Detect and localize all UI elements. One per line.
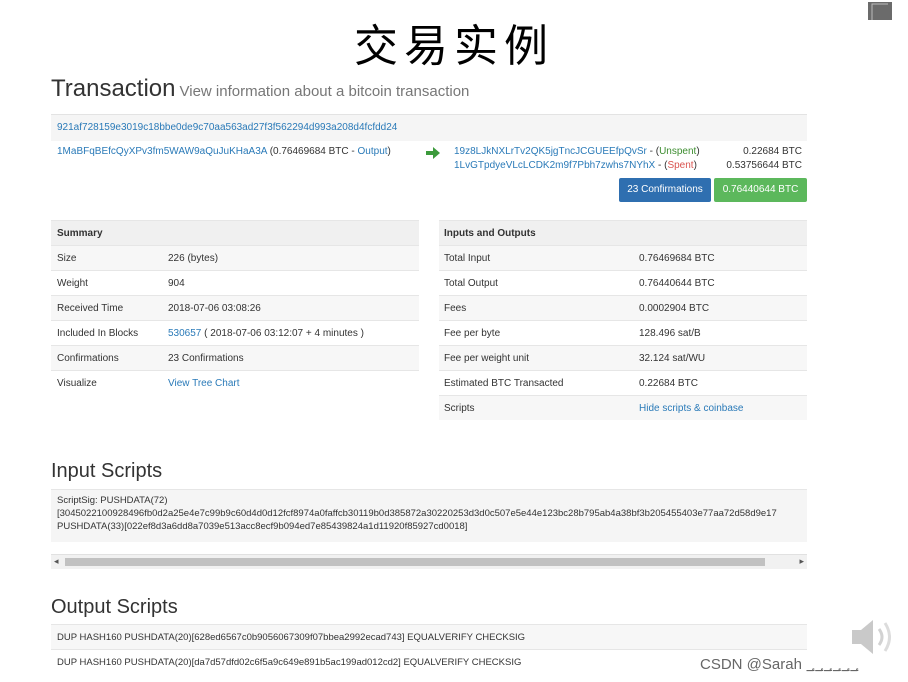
table-row: Fee per weight unit 32.124 sat/WU — [439, 345, 807, 370]
input-output-link[interactable]: Output — [358, 146, 388, 157]
output-amount-2: 0.53756644 BTC — [726, 160, 802, 171]
table-row: Total Output 0.76440644 BTC — [439, 270, 807, 295]
arrow-right-icon — [426, 146, 440, 164]
scroll-thumb[interactable] — [65, 558, 765, 566]
scroll-left-icon[interactable]: ◂ — [54, 556, 59, 567]
summary-table: Summary Size 226 (bytes) Weight 904 Receiv… — [51, 220, 419, 395]
output-row-1: 19z8LJkNXLrTv2QK5jgTncJCGUEEfpQvSr - (Un… — [454, 146, 700, 157]
table-row: Total Input 0.76469684 BTC — [439, 245, 807, 270]
spent-status[interactable]: Spent — [667, 160, 693, 171]
scroll-right-icon[interactable]: ▸ — [799, 556, 804, 567]
confirmations-badge[interactable]: 23 Confirmations — [619, 178, 711, 202]
table-row: Confirmations 23 Confirmations — [51, 345, 419, 370]
output-address-link[interactable]: 1LvGTpdyeVLcLCDK2m9f7Pbh7zwhs7NYhX — [454, 160, 655, 171]
output-script-row: DUP HASH160 PUSHDATA(20)[da7d57dfd02c6f5… — [51, 649, 807, 674]
input-address-link[interactable]: 1MaBFqBEfcQyXPv3fm5WAW9aQuJuKHaA3A — [57, 146, 267, 157]
table-row: Visualize View Tree Chart — [51, 370, 419, 395]
input-scripts-title: Input Scripts — [51, 460, 163, 482]
inputs-outputs-header: Inputs and Outputs — [439, 220, 807, 245]
output-amount-1: 0.22684 BTC — [743, 146, 802, 157]
view-tree-chart-link[interactable]: View Tree Chart — [168, 378, 240, 389]
summary-header: Summary — [51, 220, 419, 245]
hide-scripts-link[interactable]: Hide scripts & coinbase — [639, 403, 744, 414]
page-subtitle: View information about a bitcoin transac… — [179, 83, 470, 100]
table-row: Included In Blocks 530657 ( 2018-07-06 03… — [51, 320, 419, 345]
table-row: Fee per byte 128.496 sat/B — [439, 320, 807, 345]
table-row: Scripts Hide scripts & coinbase — [439, 395, 807, 420]
output-address-link[interactable]: 19z8LJkNXLrTv2QK5jgTncJCGUEEfpQvSr — [454, 146, 647, 157]
page-title: Transaction — [51, 75, 176, 102]
watermark: CSDN @Sarah ؀؀؀؀؀؀ — [700, 656, 859, 673]
input-amount: (0.76469684 BTC - — [269, 146, 358, 157]
transaction-hash-link[interactable]: 921af728159e3019c18bbe0de9c70aa563ad27f3… — [57, 122, 397, 133]
unspent-status[interactable]: Unspent — [659, 146, 696, 157]
script-line: ScriptSig: PUSHDATA(72) — [57, 495, 168, 506]
table-row: Weight 904 — [51, 270, 419, 295]
table-row: Fees 0.0002904 BTC — [439, 295, 807, 320]
output-script-row: DUP HASH160 PUSHDATA(20)[628ed6567c0b905… — [51, 624, 807, 649]
transaction-hash-bar: 921af728159e3019c18bbe0de9c70aa563ad27f3… — [51, 114, 807, 141]
block-link[interactable]: 530657 — [168, 328, 201, 339]
output-row-2: 1LvGTpdyeVLcLCDK2m9f7Pbh7zwhs7NYhX - (Sp… — [454, 160, 697, 171]
total-amount-badge[interactable]: 0.76440644 BTC — [714, 178, 807, 202]
table-row: Received Time 2018-07-06 03:08:26 — [51, 295, 419, 320]
input-address-row: 1MaBFqBEfcQyXPv3fm5WAW9aQuJuKHaA3A (0.76… — [57, 146, 391, 157]
input-scripts-box: ScriptSig: PUSHDATA(72) [304502210092849… — [51, 489, 807, 542]
table-row: Estimated BTC Transacted 0.22684 BTC — [439, 370, 807, 395]
table-row: Size 226 (bytes) — [51, 245, 419, 270]
book-icon — [866, 0, 894, 22]
page-heading: Transaction View information about a bitc… — [51, 75, 469, 103]
script-line: [3045022100928496fb0d2a25e4e7c99b9c60d4d… — [57, 508, 777, 519]
script-line: PUSHDATA(33)[022ef8d3a6dd8a7039e513acc8e… — [57, 521, 468, 532]
horizontal-scrollbar[interactable]: ◂ ▸ — [51, 554, 807, 569]
slide-title: 交易实例 — [354, 21, 554, 72]
output-scripts-title: Output Scripts — [51, 596, 178, 618]
inputs-outputs-table: Inputs and Outputs Total Input 0.76469684… — [439, 220, 807, 420]
